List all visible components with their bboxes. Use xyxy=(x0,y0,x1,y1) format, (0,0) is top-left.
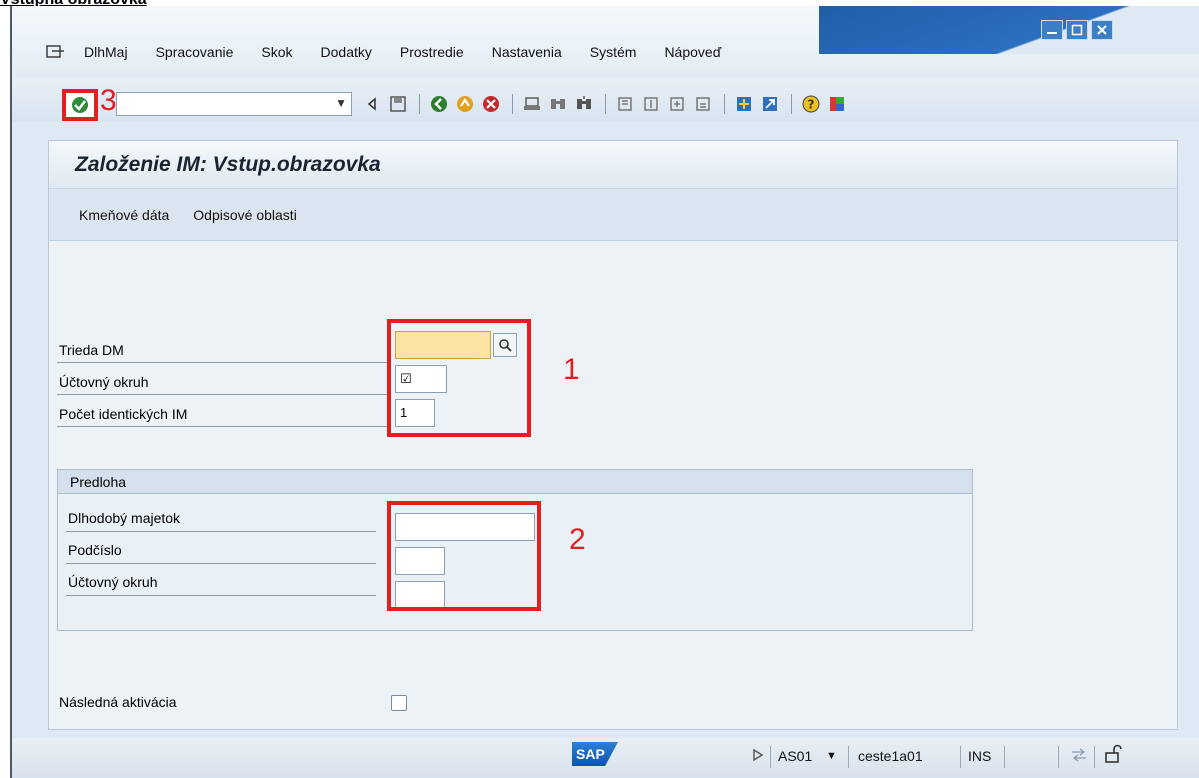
minimize-icon xyxy=(1047,32,1057,34)
template-group-title: Predloha xyxy=(58,470,972,494)
insert-mode: INS xyxy=(968,748,992,764)
back-arrow-icon[interactable] xyxy=(360,92,384,116)
application-toolbar: Kmeňové dáta Odpisové oblasti xyxy=(49,189,1177,241)
menu-bar: DlhMaj Spracovanie Skok Dodatky Prostred… xyxy=(12,6,1199,78)
annotation-1: 1 xyxy=(563,353,580,386)
status-bar: SAP AS01 ▼ ceste1a01 INS xyxy=(12,738,1199,778)
system-dropdown-icon[interactable]: ▼ xyxy=(826,750,837,762)
save-icon[interactable] xyxy=(386,92,410,116)
back-icon[interactable] xyxy=(427,92,451,116)
status-separator xyxy=(960,746,961,768)
cancel-icon[interactable] xyxy=(479,92,503,116)
number-of-assets-label: Počet identických IM xyxy=(57,401,387,427)
annotation-box-2 xyxy=(387,501,541,611)
toolbar-separator xyxy=(605,94,606,114)
minimize-button[interactable] xyxy=(1041,20,1063,40)
company-code-label: Účtovný okruh xyxy=(57,369,387,395)
page-title: Založenie IM: Vstup.obrazovka xyxy=(75,152,381,176)
status-separator xyxy=(848,746,849,768)
next-page-icon[interactable] xyxy=(665,92,689,116)
menu-napoved[interactable]: Nápoveď xyxy=(664,44,721,60)
menu-dlhmaj[interactable]: DlhMaj xyxy=(84,44,128,60)
annotation-box-1 xyxy=(387,319,531,437)
client-user: ceste1a01 xyxy=(858,748,923,764)
dropdown-arrow-icon[interactable]: ▼ xyxy=(335,96,347,110)
print-icon[interactable] xyxy=(520,92,544,116)
last-page-icon[interactable] xyxy=(691,92,715,116)
title-decoration xyxy=(819,6,1199,54)
toolbar-separator xyxy=(791,94,792,114)
sap-logo: SAP xyxy=(572,742,618,766)
menu-dodatky[interactable]: Dodatky xyxy=(321,44,372,60)
toolbar-icons: ? xyxy=(360,90,851,118)
menu-spracovanie[interactable]: Spracovanie xyxy=(156,44,234,60)
enter-check-icon xyxy=(72,97,88,113)
annotation-3: 3 xyxy=(100,84,117,117)
content-area: Založenie IM: Vstup.obrazovka Kmeňové dá… xyxy=(48,140,1178,730)
toolbar-separator xyxy=(724,94,725,114)
status-separator xyxy=(1058,746,1059,768)
find-icon[interactable] xyxy=(546,92,570,116)
status-separator xyxy=(1094,746,1095,768)
maximize-button[interactable] xyxy=(1066,20,1088,40)
menu-toggle-icon[interactable] xyxy=(46,44,68,60)
exit-icon[interactable] xyxy=(453,92,477,116)
asset-class-label: Trieda DM xyxy=(57,337,387,363)
system-id: AS01 xyxy=(778,748,813,764)
maximize-icon xyxy=(1071,24,1083,36)
customize-layout-icon[interactable] xyxy=(825,92,849,116)
shortcut-icon[interactable] xyxy=(758,92,782,116)
window-controls xyxy=(1038,20,1113,40)
menu-prostredie[interactable]: Prostredie xyxy=(400,44,464,60)
svg-text:?: ? xyxy=(808,98,815,112)
status-separator xyxy=(1004,746,1005,768)
help-icon[interactable]: ? xyxy=(799,92,823,116)
find-next-icon[interactable] xyxy=(572,92,596,116)
subnumber-label: Podčíslo xyxy=(66,536,376,564)
depreciation-areas-button[interactable]: Odpisové oblasti xyxy=(193,207,297,223)
first-page-icon[interactable] xyxy=(613,92,637,116)
new-session-icon[interactable] xyxy=(732,92,756,116)
toolbar-separator xyxy=(419,94,420,114)
sap-window: DlhMaj Spracovanie Skok Dodatky Prostred… xyxy=(10,6,1199,778)
menu-skok[interactable]: Skok xyxy=(261,44,292,60)
connection-icon xyxy=(1070,748,1088,765)
subsequent-activation-checkbox[interactable] xyxy=(391,695,407,711)
title-bar: Založenie IM: Vstup.obrazovka xyxy=(49,141,1177,189)
annotation-2: 2 xyxy=(569,523,586,556)
command-field[interactable]: ▼ xyxy=(116,92,352,116)
reference-asset-label: Dlhodobý majetok xyxy=(66,504,376,532)
menu-system[interactable]: Systém xyxy=(590,44,637,60)
status-separator xyxy=(770,746,771,768)
enter-button[interactable] xyxy=(62,89,98,121)
reference-company-code-label: Účtovný okruh xyxy=(66,568,376,596)
status-expand-icon[interactable] xyxy=(752,748,764,765)
master-data-button[interactable]: Kmeňové dáta xyxy=(79,207,169,223)
subsequent-activation-label: Následná aktivácia xyxy=(59,694,177,710)
close-icon xyxy=(1097,25,1107,35)
toolbar-separator xyxy=(512,94,513,114)
unlock-icon[interactable] xyxy=(1104,744,1122,767)
menu-row: DlhMaj Spracovanie Skok Dodatky Prostred… xyxy=(46,44,749,60)
menu-nastavenia[interactable]: Nastavenia xyxy=(492,44,562,60)
previous-page-icon[interactable] xyxy=(639,92,663,116)
close-button[interactable] xyxy=(1091,20,1113,40)
